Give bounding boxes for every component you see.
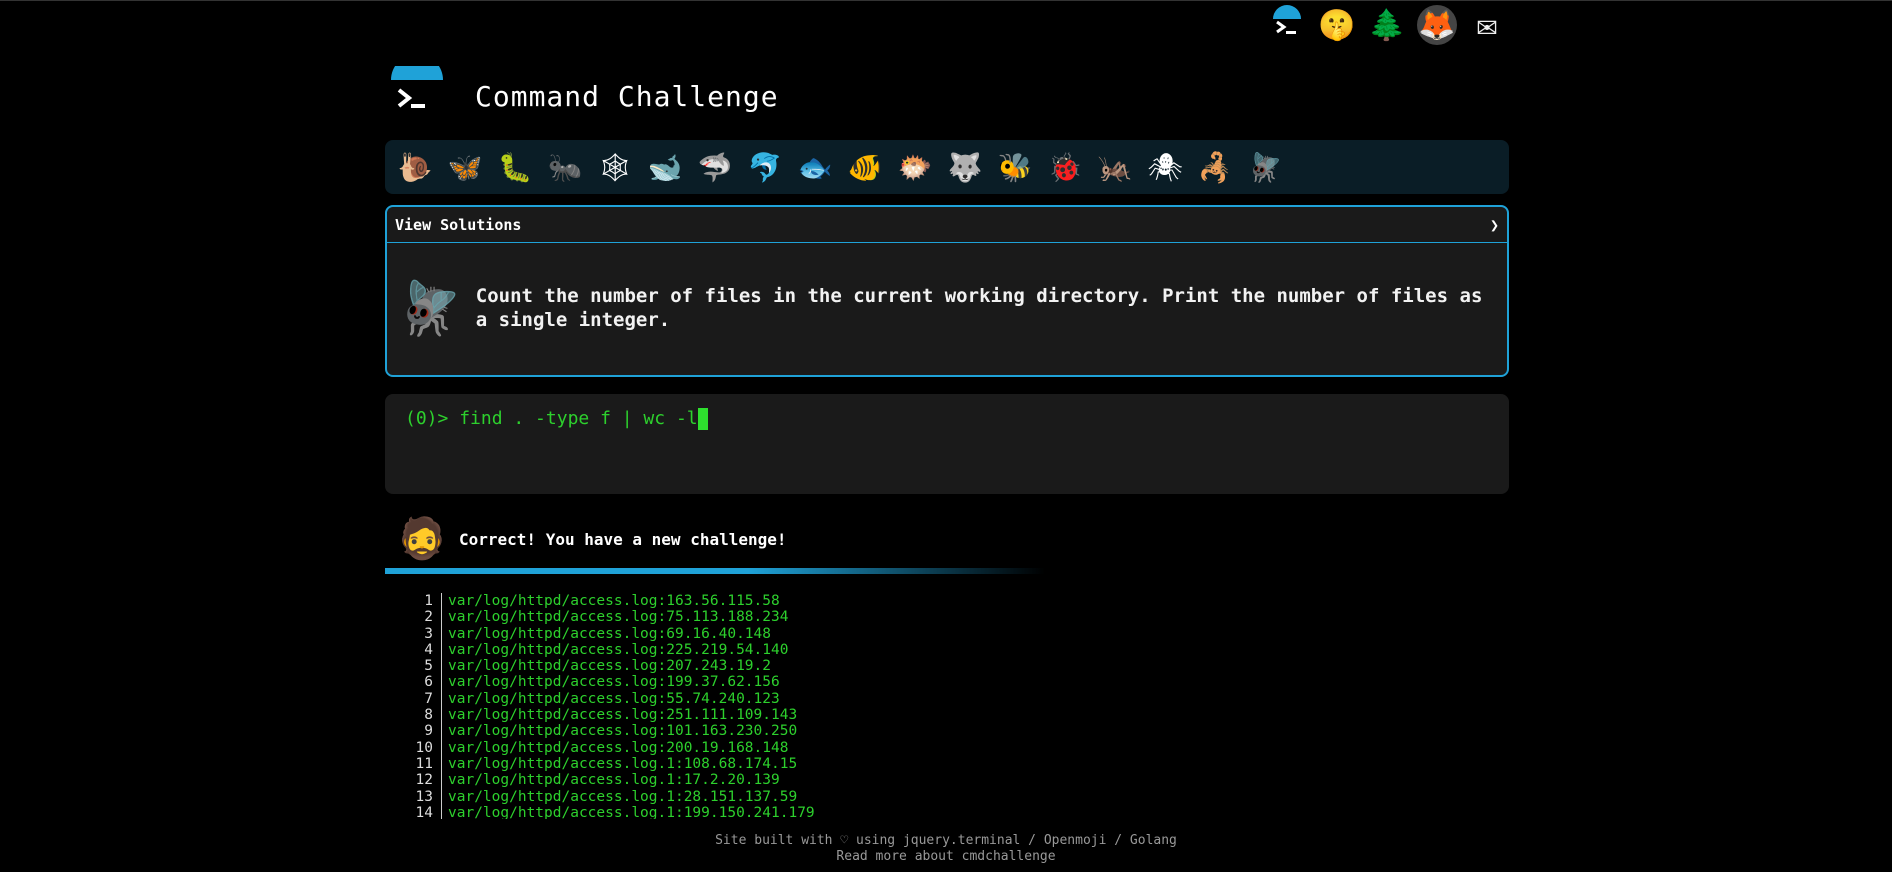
list-item: 8 var/log/httpd/access.log:251.111.109.14… [385,707,1085,724]
terminal[interactable]: (0)> find . -type f | wc -l [385,394,1509,494]
terminal-cursor [697,408,708,430]
footer-about-link[interactable]: Read more about cmdchallenge [0,849,1892,865]
challenge-creature-icon[interactable]: 🪰 [1243,145,1287,189]
challenge-creature-icon[interactable]: 🐝 [993,145,1037,189]
list-item: 13 var/log/httpd/access.log.1:28.151.137.… [385,788,1085,805]
terminal-prompt: (0)> [405,408,449,429]
terminal-command-input[interactable]: find . -type f | wc -l [459,408,697,429]
output-list[interactable]: 1 var/log/httpd/access.log:163.56.115.58 2… [385,593,1085,819]
challenge-creature-bar: 🐌 🦋 🐛 🐜 🕸 🐋 🦈 🐬 🐟 🐠 🐡 🐺 🐝 🐞 🦗 🕷 🦂 🪰 [385,140,1509,194]
terminal-icon[interactable] [1267,5,1307,45]
view-solutions-toggle[interactable]: View Solutions ❯ [387,207,1507,243]
avatar: 🧔 [397,516,447,562]
page: 🤫 🌲 🦊 ✉ Command Challenge 🐌 🦋 🐛 🐜 🕸 🐋 🦈 🐬 🐟 🐠 🐡 🐺 🐝 🐞… [0,0,1892,872]
line-number: 10 [415,739,433,756]
list-item: 5 var/log/httpd/access.log:207.243.19.2 [385,658,1085,675]
mail-icon[interactable]: ✉ [1467,5,1507,45]
line-number: 3 [424,625,433,642]
challenge-creature-icon[interactable]: 🐌 [393,145,437,189]
challenge-description-body: 🪰 Count the number of files in the curre… [387,243,1507,373]
challenge-creature-icon[interactable]: 🐜 [543,145,587,189]
line-value: var/log/httpd/access.log:101.163.230.250 [441,723,797,740]
list-item: 6 var/log/httpd/access.log:199.37.62.156 [385,674,1085,691]
list-item: 2 var/log/httpd/access.log:75.113.188.234 [385,609,1085,626]
line-value: var/log/httpd/access.log:163.56.115.58 [441,593,780,610]
challenge-creature-icon[interactable]: 🐺 [943,145,987,189]
line-value: var/log/httpd/access.log:225.219.54.140 [441,641,788,659]
challenge-creature-icon[interactable]: 🦂 [1193,145,1237,189]
list-item: 1 var/log/httpd/access.log:163.56.115.58 [385,593,1085,610]
line-value: var/log/httpd/access.log:199.37.62.156 [441,674,780,691]
footer: Site built with ♡ using jquery.terminal … [0,833,1892,865]
challenge-creature-icon[interactable]: 🦈 [693,145,737,189]
challenge-creature-icon[interactable]: 🦋 [443,145,487,189]
line-number: 12 [415,772,433,789]
list-item: 14 var/log/httpd/access.log.1:199.150.241… [385,804,1085,819]
result-message-box: 🧔 Correct! You have a new challenge! [385,504,1035,574]
line-number: 9 [424,723,433,740]
line-value: var/log/httpd/access.log:251.111.109.143 [441,707,797,724]
line-value: var/log/httpd/access.log:75.113.188.234 [441,609,788,626]
challenge-creature-icon[interactable]: 🕷 [1143,145,1187,189]
solutions-panel: View Solutions ❯ 🪰 Count the number of f… [385,205,1509,377]
line-value: var/log/httpd/access.log.1:28.151.137.59 [441,788,797,805]
challenge-creature-icon[interactable]: 🐞 [1043,145,1087,189]
line-value: var/log/httpd/access.log:69.16.40.148 [441,625,771,642]
line-value: var/log/httpd/access.log:55.74.240.123 [441,690,780,708]
line-value: var/log/httpd/access.log.1:17.2.20.139 [441,772,780,789]
page-title: Command Challenge [475,79,779,113]
line-number: 7 [424,690,433,707]
challenge-creature-icon[interactable]: 🐋 [643,145,687,189]
line-number: 1 [424,593,433,609]
line-number: 8 [424,707,433,724]
logo-icon[interactable] [385,54,445,126]
list-item: 3 var/log/httpd/access.log:69.16.40.148 [385,625,1085,642]
top-nav: 🤫 🌲 🦊 ✉ [1267,5,1507,45]
line-number: 11 [415,755,433,772]
line-value: var/log/httpd/access.log:207.243.19.2 [441,658,771,675]
tree-icon[interactable]: 🌲 [1367,5,1407,45]
line-number: 6 [424,674,433,691]
shushing-face-icon[interactable]: 🤫 [1317,5,1357,45]
challenge-creature-icon[interactable]: 🐛 [493,145,537,189]
challenge-creature-icon[interactable]: 🐟 [793,145,837,189]
list-item: 10 var/log/httpd/access.log:200.19.168.14… [385,739,1085,756]
footer-credits: Site built with ♡ using jquery.terminal … [715,833,1177,848]
challenge-creature-icon[interactable]: 🦗 [1093,145,1137,189]
chevron-right-icon[interactable]: ❯ [1490,216,1499,234]
challenge-creature-icon[interactable]: 🐠 [843,145,887,189]
challenge-creature-icon[interactable]: 🐬 [743,145,787,189]
view-solutions-label: View Solutions [395,215,522,234]
gitlab-icon[interactable]: 🦊 [1417,5,1457,45]
challenge-description: Count the number of files in the current… [475,285,1483,331]
challenge-creature-icon[interactable]: 🕸 [593,145,637,189]
progress-bar [385,568,1045,574]
line-value: var/log/httpd/access.log:200.19.168.148 [441,739,788,756]
list-item: 11 var/log/httpd/access.log.1:108.68.174.… [385,755,1085,773]
result-message: Correct! You have a new challenge! [459,529,787,549]
list-item: 7 var/log/httpd/access.log:55.74.240.123 [385,690,1085,708]
line-number: 4 [424,641,433,658]
challenge-creature-icon[interactable]: 🐡 [893,145,937,189]
fly-icon: 🪰 [397,278,462,339]
line-number: 13 [415,788,433,805]
line-number: 2 [424,609,433,626]
header: Command Challenge [385,54,779,131]
line-value: var/log/httpd/access.log.1:199.150.241.1… [441,804,815,819]
line-number: 5 [424,658,433,675]
line-value: var/log/httpd/access.log.1:108.68.174.15 [441,755,797,773]
line-number: 14 [415,804,433,819]
list-item: 4 var/log/httpd/access.log:225.219.54.140 [385,641,1085,659]
list-item: 12 var/log/httpd/access.log.1:17.2.20.139 [385,772,1085,789]
list-item: 9 var/log/httpd/access.log:101.163.230.25… [385,723,1085,740]
